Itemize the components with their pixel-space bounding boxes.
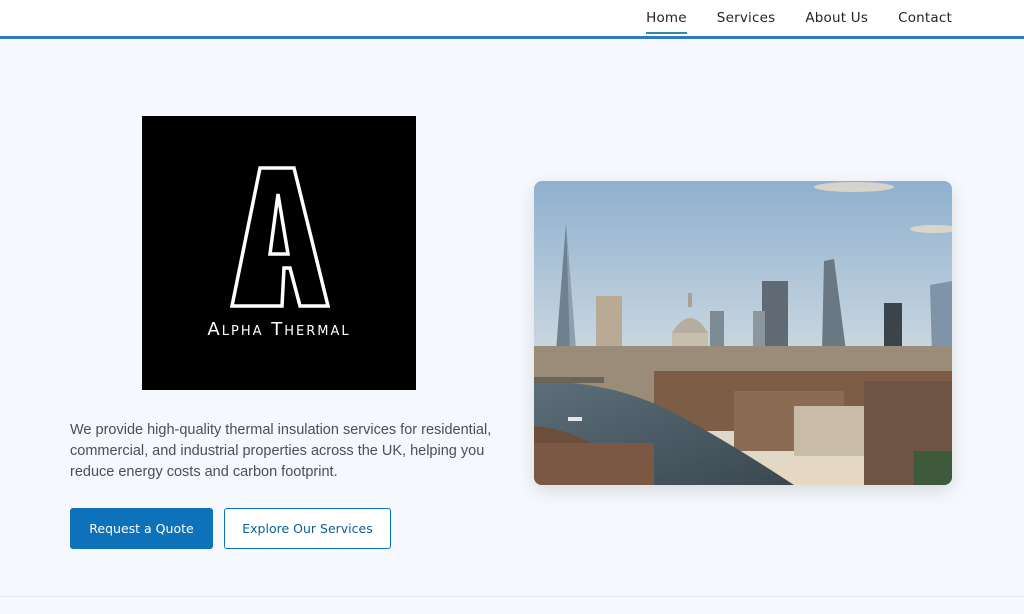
explore-services-button[interactable]: Explore Our Services <box>224 508 391 549</box>
logo-a-mark-icon <box>229 166 331 308</box>
request-quote-button[interactable]: Request a Quote <box>70 508 213 549</box>
top-navigation-bar: Home Services About Us Contact <box>0 0 1024 39</box>
nav-link-services[interactable]: Services <box>717 8 776 28</box>
main-nav: Home Services About Us Contact <box>646 0 952 36</box>
alpha-thermal-logo: Alpha Thermal <box>142 116 416 390</box>
nav-link-home[interactable]: Home <box>646 8 687 34</box>
hero-description: We provide high-quality thermal insulati… <box>70 422 492 480</box>
city-skyline-illustration <box>534 181 952 485</box>
logo-wordmark: Alpha Thermal <box>207 319 351 340</box>
london-skyline-image <box>534 181 952 485</box>
nav-link-about-us[interactable]: About Us <box>805 8 868 28</box>
nav-link-contact[interactable]: Contact <box>898 8 952 28</box>
section-divider <box>0 596 1024 597</box>
